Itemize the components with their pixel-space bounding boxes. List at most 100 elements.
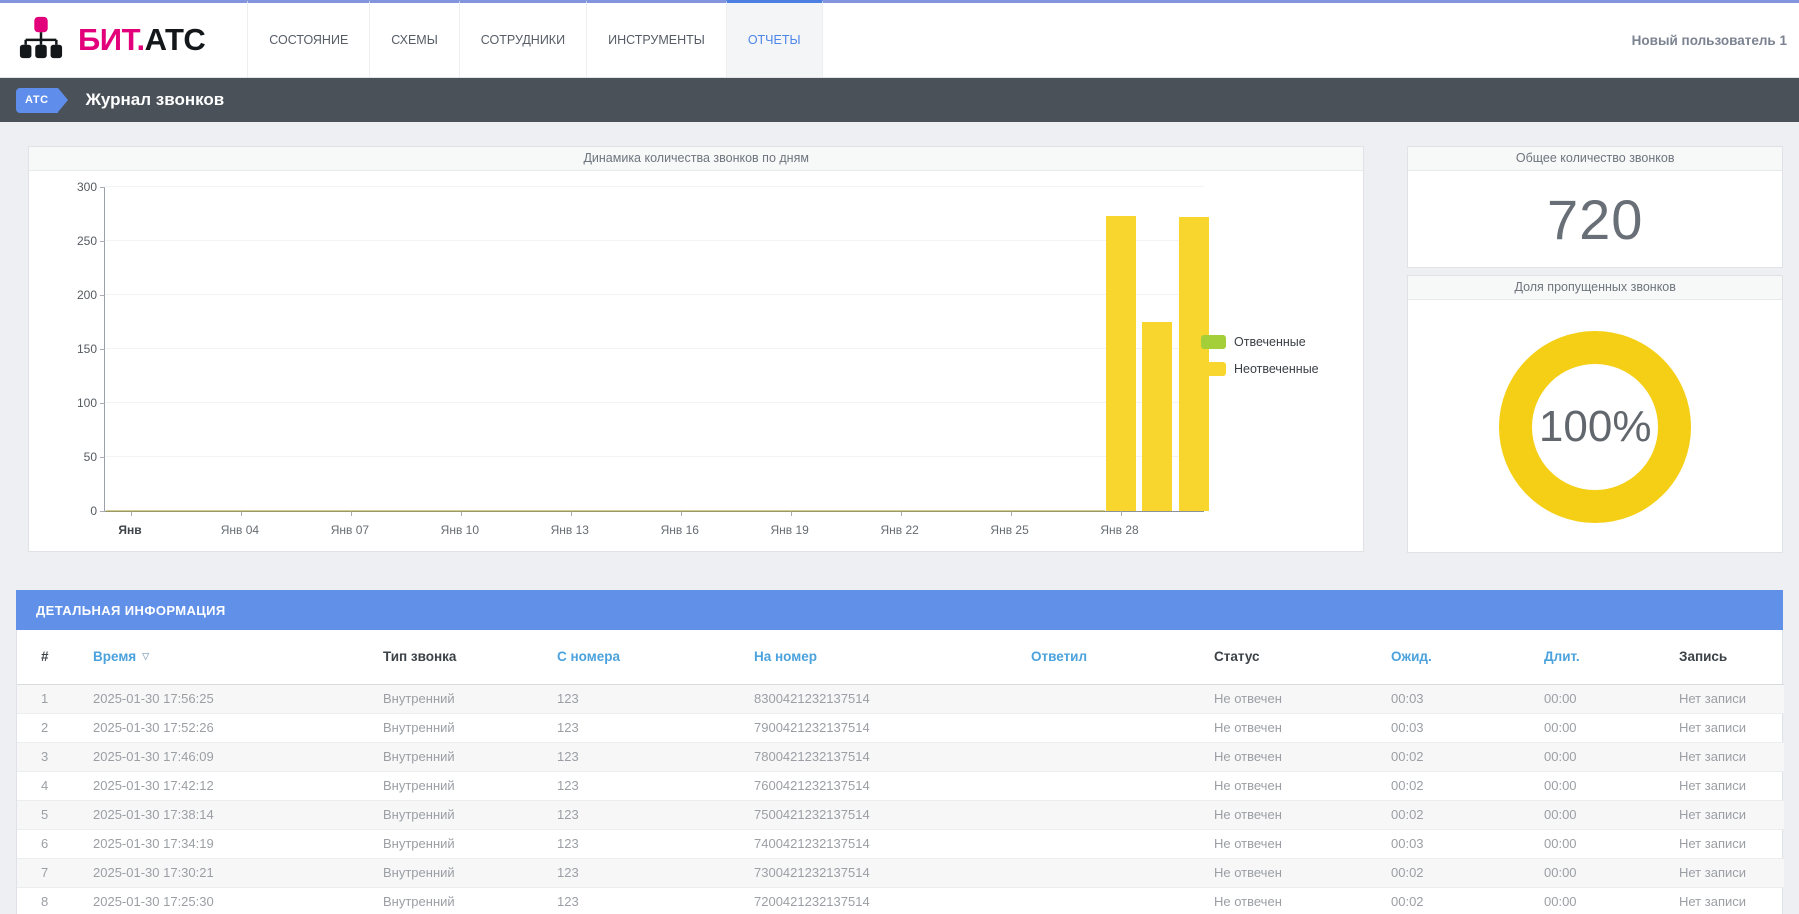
col-header-time[interactable]: Время▽	[77, 630, 367, 684]
user-menu[interactable]: Новый пользователь 1	[1632, 33, 1799, 48]
x-axis-label-28: Янв 28	[1080, 523, 1160, 537]
y-tick-100	[100, 403, 105, 404]
y-axis-label-50: 50	[47, 450, 97, 464]
y-axis-label-250: 250	[47, 234, 97, 248]
nav-tabs: СОСТОЯНИЕСХЕМЫСОТРУДНИКИИНСТРУМЕНТЫОТЧЕТ…	[247, 0, 822, 77]
cell-duration: 00:00	[1528, 742, 1663, 771]
total-calls-panel: Общее количество звонков 720	[1407, 146, 1783, 268]
cell-wait: 00:03	[1375, 829, 1528, 858]
calls-by-day-chart: ОтвеченныеНеотвеченные 05010015020025030…	[29, 171, 1363, 551]
cell-status: Не отвечен	[1198, 800, 1375, 829]
col-header-answered-by[interactable]: Ответил	[1015, 630, 1198, 684]
table-row[interactable]: 42025-01-30 17:42:12Внутренний1237600421…	[17, 771, 1784, 800]
cell-duration: 00:00	[1528, 713, 1663, 742]
cell-wait: 00:03	[1375, 684, 1528, 713]
cell-from-number: 123	[541, 684, 738, 713]
cell-time: 2025-01-30 17:38:14	[77, 800, 367, 829]
cell-record: Нет записи	[1663, 829, 1784, 858]
cell-wait: 00:03	[1375, 713, 1528, 742]
cell-status: Не отвечен	[1198, 829, 1375, 858]
bar-day-28[interactable]	[1106, 216, 1136, 511]
cell-num: 8	[17, 887, 77, 914]
cell-answered-by	[1015, 684, 1198, 713]
cell-answered-by	[1015, 858, 1198, 887]
table-row[interactable]: 62025-01-30 17:34:19Внутренний1237400421…	[17, 829, 1784, 858]
cell-call-type: Внутренний	[367, 684, 541, 713]
legend-label-0: Отвеченные	[1234, 335, 1306, 349]
x-axis-label-25: Янв 25	[970, 523, 1050, 537]
table-row[interactable]: 72025-01-30 17:30:21Внутренний1237300421…	[17, 858, 1784, 887]
cell-from-number: 123	[541, 858, 738, 887]
cell-status: Не отвечен	[1198, 684, 1375, 713]
col-header-wait[interactable]: Ожид.	[1375, 630, 1528, 684]
cell-record: Нет записи	[1663, 684, 1784, 713]
col-header-to-number[interactable]: На номер	[738, 630, 1015, 684]
gridline-100	[105, 402, 1204, 403]
cell-from-number: 123	[541, 887, 738, 914]
cell-from-number: 123	[541, 829, 738, 858]
gridline-200	[105, 294, 1204, 295]
tab-shemy[interactable]: СХЕМЫ	[369, 0, 458, 77]
cell-wait: 00:02	[1375, 800, 1528, 829]
cell-duration: 00:00	[1528, 887, 1663, 914]
col-header-from-number[interactable]: С номера	[541, 630, 738, 684]
cell-status: Не отвечен	[1198, 887, 1375, 914]
col-header-num: #	[17, 630, 77, 684]
cell-record: Нет записи	[1663, 742, 1784, 771]
table-body: 12025-01-30 17:56:25Внутренний1238300421…	[17, 684, 1784, 914]
cell-answered-by	[1015, 800, 1198, 829]
missed-share-title: Доля пропущенных звонков	[1408, 276, 1782, 300]
cell-num: 3	[17, 742, 77, 771]
cell-time: 2025-01-30 17:46:09	[77, 742, 367, 771]
chart-title: Динамика количества звонков по дням	[29, 147, 1363, 171]
legend-item-1[interactable]: Неотвеченные	[1201, 362, 1319, 376]
table-row[interactable]: 32025-01-30 17:46:09Внутренний1237800421…	[17, 742, 1784, 771]
tab-instrumenty[interactable]: ИНСТРУМЕНТЫ	[586, 0, 726, 77]
y-axis-label-150: 150	[47, 342, 97, 356]
page-title: Журнал звонков	[86, 90, 225, 110]
total-calls-value: 720	[1547, 187, 1643, 252]
tab-sostoyanie[interactable]: СОСТОЯНИЕ	[247, 0, 369, 77]
cell-record: Нет записи	[1663, 771, 1784, 800]
cell-time: 2025-01-30 17:34:19	[77, 829, 367, 858]
logo[interactable]: БИТ.АТС	[0, 3, 205, 77]
x-tick-28	[1121, 511, 1122, 516]
y-tick-300	[100, 187, 105, 188]
cell-duration: 00:00	[1528, 858, 1663, 887]
cell-call-type: Внутренний	[367, 800, 541, 829]
x-axis-label-19: Янв 19	[750, 523, 830, 537]
cell-from-number: 123	[541, 742, 738, 771]
x-axis-label-13: Янв 13	[530, 523, 610, 537]
cell-record: Нет записи	[1663, 800, 1784, 829]
y-axis-label-100: 100	[47, 396, 97, 410]
logo-text: БИТ.АТС	[78, 22, 205, 58]
y-tick-200	[100, 295, 105, 296]
cell-duration: 00:00	[1528, 800, 1663, 829]
tab-otchety[interactable]: ОТЧЕТЫ	[726, 0, 823, 77]
missed-share-panel: Доля пропущенных звонков 100%	[1407, 275, 1783, 553]
cell-num: 2	[17, 713, 77, 742]
cell-to-number: 7500421232137514	[738, 800, 1015, 829]
col-header-duration[interactable]: Длит.	[1528, 630, 1663, 684]
x-axis-label-22: Янв 22	[860, 523, 940, 537]
table-row[interactable]: 82025-01-30 17:25:30Внутренний1237200421…	[17, 887, 1784, 914]
org-chart-logo-icon	[18, 15, 64, 66]
x-axis-label-10: Янв 10	[420, 523, 500, 537]
table-row[interactable]: 52025-01-30 17:38:14Внутренний1237500421…	[17, 800, 1784, 829]
col-header-status: Статус	[1198, 630, 1375, 684]
table-row[interactable]: 12025-01-30 17:56:25Внутренний1238300421…	[17, 684, 1784, 713]
legend-item-0[interactable]: Отвеченные	[1201, 335, 1319, 349]
tab-sotrudniki[interactable]: СОТРУДНИКИ	[459, 0, 586, 77]
cell-to-number: 7200421232137514	[738, 887, 1015, 914]
cell-from-number: 123	[541, 800, 738, 829]
cell-to-number: 7600421232137514	[738, 771, 1015, 800]
y-tick-0	[100, 511, 105, 512]
cell-answered-by	[1015, 771, 1198, 800]
cell-time: 2025-01-30 17:42:12	[77, 771, 367, 800]
calls-dynamics-panel: Динамика количества звонков по дням Отве…	[28, 146, 1364, 552]
table-row[interactable]: 22025-01-30 17:52:26Внутренний1237900421…	[17, 713, 1784, 742]
bar-day-29[interactable]	[1142, 322, 1172, 511]
chart-plot-area	[104, 188, 1204, 512]
cell-time: 2025-01-30 17:56:25	[77, 684, 367, 713]
y-tick-250	[100, 241, 105, 242]
